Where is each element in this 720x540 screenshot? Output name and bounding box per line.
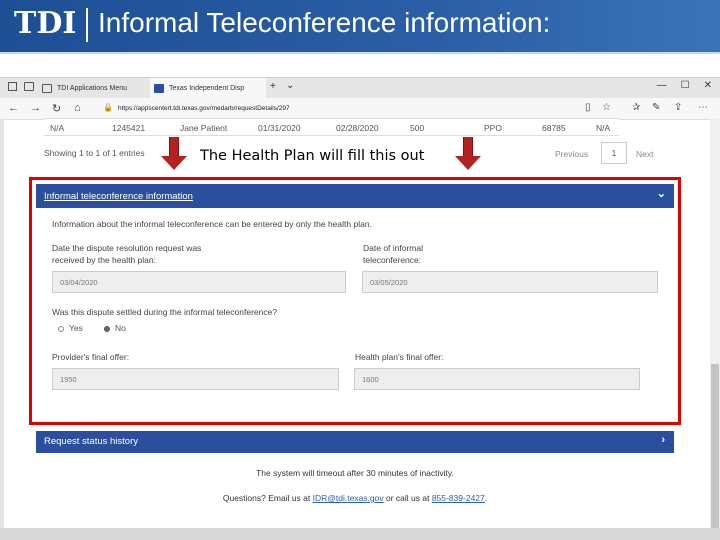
table-cell: PPO <box>484 123 502 133</box>
pager-previous-button[interactable]: Previous <box>555 149 588 159</box>
tab-tdi-applications[interactable]: TDI Applications Menu <box>40 78 150 98</box>
timeout-notice: The system will timeout after 30 minutes… <box>256 468 454 478</box>
url-field[interactable]: https://appscentert.tdi.texas.gov/medarb… <box>100 101 620 117</box>
contact-text: Questions? Email us at <box>222 493 313 503</box>
pager-page-1[interactable]: 1 <box>601 142 627 164</box>
share-icon[interactable]: ⇪ <box>674 102 682 113</box>
callout-text: The Health Plan will fill this out <box>200 148 425 164</box>
forward-arrow-icon[interactable]: → <box>30 102 41 114</box>
tab-texas-independent[interactable]: Texas Independent Disp <box>150 78 266 98</box>
contact-text: . <box>484 493 488 503</box>
minimize-button[interactable]: — <box>657 80 667 91</box>
tab-label: Texas Independent Disp <box>169 84 245 92</box>
favorites-icon[interactable]: ✰ <box>632 102 640 113</box>
page-icon <box>42 83 52 93</box>
close-window-button[interactable]: ✕ <box>704 80 712 91</box>
panel-info-text: Information about the informal teleconfe… <box>52 219 372 229</box>
table-cell: N/A <box>596 123 611 133</box>
table-cell: Jane Patient <box>180 123 228 133</box>
label-line: Date of informal <box>363 243 423 253</box>
panel-title[interactable]: Informal teleconference information <box>44 191 193 202</box>
status-history-panel-header[interactable]: Request status history › <box>36 431 674 453</box>
pager-info: Showing 1 to 1 of 1 entries <box>44 148 145 158</box>
table-cell: 02/28/2020 <box>336 123 379 133</box>
tab-set-aside-icon[interactable] <box>24 82 34 91</box>
bottom-bar <box>0 528 720 540</box>
logo-divider <box>86 8 88 42</box>
table-cell: 1245421 <box>112 123 146 133</box>
provider-offer-label: Provider's final offer: <box>52 352 130 362</box>
vertical-scrollbar[interactable] <box>710 119 720 534</box>
reading-view-icon[interactable]: ▯ <box>585 102 591 113</box>
slide-title: Informal Teleconference information: <box>98 7 551 38</box>
dispute-date-label: Date the dispute resolution request was … <box>52 242 201 266</box>
notes-icon[interactable]: ✎ <box>652 102 660 113</box>
pager-next-button[interactable]: Next <box>636 149 653 159</box>
plan-offer-label: Health plan's final offer: <box>355 352 444 362</box>
plan-offer-field[interactable]: 1600 <box>354 368 640 390</box>
refresh-icon[interactable]: ↻ <box>52 102 61 115</box>
teleconference-date-field[interactable]: 03/05/2020 <box>362 271 658 293</box>
scrollbar-thumb[interactable] <box>711 364 719 534</box>
tdi-logo: TDI <box>14 6 77 41</box>
label-line: received by the health plan: <box>52 255 156 265</box>
maximize-button[interactable]: ☐ <box>681 80 690 91</box>
back-arrow-icon[interactable]: ← <box>8 102 19 114</box>
site-favicon-icon <box>154 83 164 93</box>
contact-text: or call us at <box>383 493 432 503</box>
table-cell: 68785 <box>542 123 566 133</box>
teleconference-date-label: Date of informal teleconference: <box>363 242 423 266</box>
teleconference-panel-header[interactable]: Informal teleconference information ⌄ <box>36 184 674 208</box>
slide-header: TDI Informal Teleconference information: <box>0 0 720 52</box>
favorite-star-icon[interactable]: ☆ <box>602 102 611 113</box>
tab-menu-chevron-icon[interactable]: ⌄ <box>286 80 294 91</box>
table-row[interactable]: N/A 1245421 Jane Patient 01/31/2020 02/2… <box>44 118 619 136</box>
settled-yes-radio[interactable]: Yes <box>58 323 83 333</box>
tab-bar: TDI Applications Menu Texas Independent … <box>0 78 720 98</box>
table-cell: 01/31/2020 <box>258 123 301 133</box>
dispute-date-field[interactable]: 03/04/2020 <box>52 271 346 293</box>
tab-label: TDI Applications Menu <box>57 84 128 92</box>
status-history-title[interactable]: Request status history <box>44 436 138 447</box>
label-line: Date the dispute resolution request was <box>52 243 202 253</box>
settled-no-radio[interactable]: No <box>104 323 126 333</box>
radio-label: No <box>115 323 126 333</box>
table-cell: 500 <box>410 123 425 133</box>
chevron-down-icon[interactable]: ⌄ <box>657 187 666 200</box>
address-bar-row: ← → ↻ ⌂ 🔒 https://appscentert.tdi.texas.… <box>0 98 720 120</box>
new-tab-button[interactable]: + <box>270 81 276 92</box>
chevron-right-icon[interactable]: › <box>661 434 665 446</box>
more-menu-icon[interactable]: ⋯ <box>698 102 708 113</box>
radio-icon <box>58 325 64 332</box>
contact-line: Questions? Email us at IDR@tdi.texas.gov… <box>0 493 710 503</box>
home-icon[interactable]: ⌂ <box>74 102 81 114</box>
radio-label: Yes <box>69 323 83 333</box>
header-divider <box>0 52 720 54</box>
radio-checked-icon <box>104 325 110 332</box>
label-line: teleconference: <box>363 255 422 265</box>
phone-link[interactable]: 855-839-2427 <box>432 493 485 503</box>
table-cell: N/A <box>50 123 65 133</box>
provider-offer-field[interactable]: 1950 <box>52 368 339 390</box>
email-link[interactable]: IDR@tdi.texas.gov <box>313 493 384 503</box>
window-controls: — ☐ ✕ <box>657 80 712 91</box>
settled-question-label: Was this dispute settled during the info… <box>52 307 278 317</box>
tab-preview-icon[interactable] <box>8 82 17 91</box>
